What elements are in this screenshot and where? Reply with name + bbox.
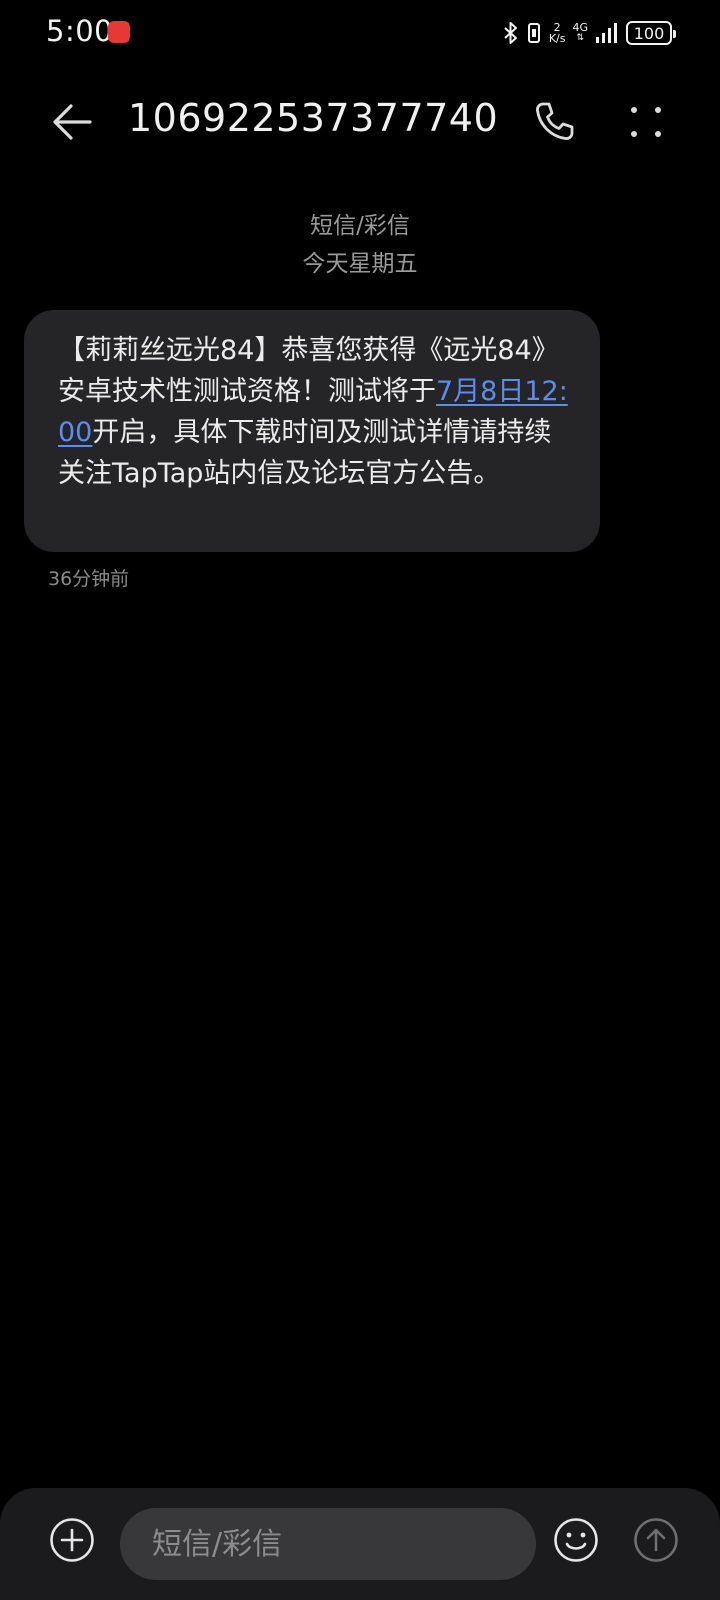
message-text-after: 开启，具体下载时间及测试详情请持续关注TapTap站内信及论坛官方公告。 <box>58 417 552 489</box>
message-timestamp: 36分钟前 <box>48 568 130 590</box>
message-text: 【莉莉丝远光84】恭喜您获得《远光84》安卓技术性测试资格！测试将于7月8日12… <box>58 330 570 494</box>
app-notification-icon <box>108 21 130 43</box>
more-options-button[interactable] <box>620 96 672 148</box>
back-arrow-icon <box>53 104 92 140</box>
network-speed: 2 K/s <box>549 22 566 44</box>
back-button[interactable] <box>44 96 100 148</box>
battery-icon: 100 <box>626 21 676 45</box>
phone-icon <box>536 102 574 140</box>
date-label: 今天星期五 <box>302 251 418 277</box>
messaging-screen: 5:00 2 K/s 4G ⇅ 100 106922537377740 短信/彩… <box>0 0 720 1600</box>
call-button[interactable] <box>528 96 580 148</box>
data-arrows-icon: ⇅ <box>576 33 584 43</box>
network-type-label: 4G <box>572 21 588 34</box>
emoji-icon <box>554 1518 598 1562</box>
add-attachment-button[interactable] <box>48 1516 96 1564</box>
message-input[interactable] <box>120 1508 536 1580</box>
status-icons: 2 K/s 4G ⇅ 100 <box>503 18 676 48</box>
battery-level: 100 <box>633 23 665 43</box>
signal-icon <box>595 22 619 44</box>
sender-number: 106922537377740 <box>128 96 499 140</box>
status-time: 5:00 <box>46 14 114 48</box>
add-icon <box>50 1518 94 1562</box>
vibrate-icon <box>526 21 542 45</box>
send-button[interactable] <box>632 1516 680 1564</box>
network-speed-unit: K/s <box>548 32 566 45</box>
composer-bar <box>0 1488 720 1600</box>
message-type-label: 短信/彩信 <box>310 213 410 239</box>
message-bubble[interactable]: 【莉莉丝远光84】恭喜您获得《远光84》安卓技术性测试资格！测试将于7月8日12… <box>24 310 600 552</box>
send-icon <box>634 1518 678 1562</box>
network-type: 4G ⇅ <box>572 22 588 44</box>
status-bar: 5:00 2 K/s 4G ⇅ 100 <box>0 0 720 64</box>
emoji-button[interactable] <box>552 1516 600 1564</box>
bluetooth-icon <box>503 21 519 45</box>
more-icon <box>631 107 661 137</box>
conversation-header: 106922537377740 <box>0 80 720 160</box>
